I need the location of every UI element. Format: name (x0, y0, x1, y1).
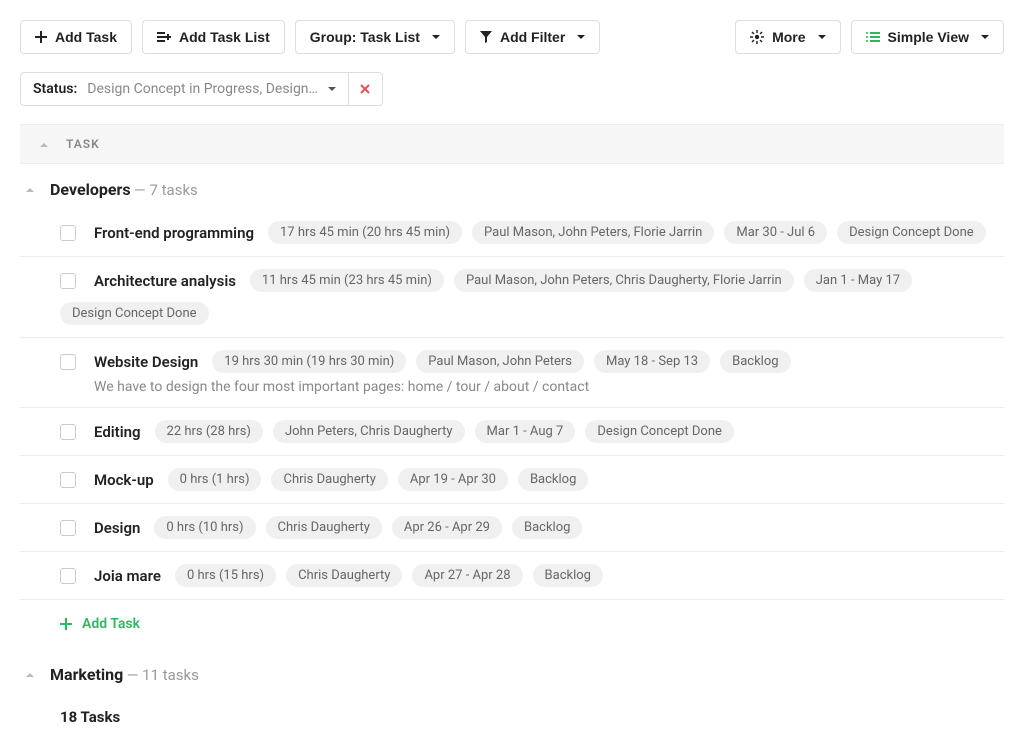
add-task-button[interactable]: Add Task (20, 20, 132, 54)
dates-pill: Apr 27 - Apr 28 (412, 564, 522, 587)
people-pill: Paul Mason, John Peters, Chris Daugherty… (454, 269, 794, 292)
people-pill: Paul Mason, John Peters, Florie Jarrin (472, 221, 714, 244)
add-task-label: Add Task (55, 29, 117, 45)
task-name[interactable]: Front-end programming (94, 224, 254, 242)
task-name[interactable]: Mock-up (94, 471, 154, 489)
group-button[interactable]: Group: Task List (295, 20, 455, 54)
dates-pill: Apr 26 - Apr 29 (392, 516, 502, 539)
task-row: Mock-up 0 hrs (1 hrs) Chris Daugherty Ap… (20, 456, 1004, 504)
group-row-marketing: Marketing — 11 tasks (20, 649, 1004, 694)
dates-pill: Mar 1 - Aug 7 (475, 420, 576, 443)
plus-icon (60, 618, 72, 630)
group-name: Marketing (50, 665, 123, 684)
table-header: TASK (20, 124, 1004, 164)
group-toggle-icon[interactable] (26, 187, 34, 192)
dates-pill: Apr 19 - Apr 30 (398, 468, 508, 491)
add-task-inline-label: Add Task (82, 616, 140, 632)
task-name[interactable]: Editing (94, 423, 141, 441)
clear-filter-button[interactable] (349, 72, 383, 106)
status-pill: Backlog (533, 564, 603, 587)
task-list-developers: Front-end programming 17 hrs 45 min (20 … (20, 209, 1004, 649)
simple-view-button[interactable]: Simple View (851, 20, 1004, 54)
task-checkbox[interactable] (60, 520, 76, 536)
add-filter-button[interactable]: Add Filter (465, 20, 600, 54)
gear-icon (750, 30, 764, 44)
add-filter-label: Add Filter (500, 29, 565, 45)
caret-down-icon (577, 35, 585, 40)
dates-pill: May 18 - Sep 13 (594, 350, 710, 373)
caret-down-icon (981, 35, 989, 40)
status-filter-value: Design Concept in Progress, Design… (87, 81, 318, 97)
status-pill: Backlog (512, 516, 582, 539)
time-pill: 11 hrs 45 min (23 hrs 45 min) (250, 269, 444, 292)
close-icon (360, 84, 370, 94)
dates-pill: Jan 1 - May 17 (804, 269, 912, 292)
task-name[interactable]: Website Design (94, 353, 198, 371)
add-task-inline-button[interactable]: Add Task (20, 600, 1004, 649)
task-row: Front-end programming 17 hrs 45 min (20 … (20, 209, 1004, 257)
task-row: Joia mare 0 hrs (15 hrs) Chris Daugherty… (20, 552, 1004, 600)
list-icon (866, 31, 880, 43)
time-pill: 17 hrs 45 min (20 hrs 45 min) (268, 221, 462, 244)
task-checkbox[interactable] (60, 273, 76, 289)
people-pill: Chris Daugherty (266, 516, 382, 539)
more-label: More (772, 29, 805, 45)
task-row: Website Design 19 hrs 30 min (19 hrs 30 … (20, 338, 1004, 408)
task-checkbox[interactable] (60, 472, 76, 488)
group-row-developers: Developers — 7 tasks (20, 164, 1004, 209)
status-pill: Design Concept Done (837, 221, 986, 244)
task-description: We have to design the four most importan… (60, 379, 1004, 395)
group-toggle-icon[interactable] (26, 672, 34, 677)
task-checkbox[interactable] (60, 354, 76, 370)
people-pill: Chris Daugherty (271, 468, 387, 491)
collapse-all-icon[interactable] (40, 142, 48, 147)
filter-row: Status: Design Concept in Progress, Desi… (20, 72, 1004, 106)
filter-icon (480, 31, 492, 43)
time-pill: 0 hrs (10 hrs) (154, 516, 255, 539)
status-pill: Backlog (720, 350, 790, 373)
group-name: Developers (50, 180, 131, 199)
total-tasks: 18 Tasks (20, 694, 1004, 726)
task-checkbox[interactable] (60, 424, 76, 440)
caret-down-icon (818, 35, 826, 40)
status-filter-label: Status: (33, 81, 77, 97)
list-plus-icon (157, 31, 171, 43)
dates-pill: Mar 30 - Jul 6 (724, 221, 827, 244)
caret-down-icon (432, 35, 440, 40)
people-pill: Chris Daugherty (286, 564, 402, 587)
task-row: Architecture analysis 11 hrs 45 min (23 … (20, 257, 1004, 338)
status-filter[interactable]: Status: Design Concept in Progress, Desi… (20, 72, 349, 106)
caret-down-icon (328, 87, 336, 92)
time-pill: 0 hrs (15 hrs) (175, 564, 276, 587)
add-task-list-label: Add Task List (179, 29, 270, 45)
time-pill: 19 hrs 30 min (19 hrs 30 min) (212, 350, 406, 373)
people-pill: Paul Mason, John Peters (416, 350, 584, 373)
toolbar: Add Task Add Task List Group: Task List … (20, 20, 1004, 54)
people-pill: John Peters, Chris Daugherty (273, 420, 465, 443)
more-button[interactable]: More (735, 20, 840, 54)
status-pill: Design Concept Done (60, 302, 209, 325)
task-row: Design 0 hrs (10 hrs) Chris Daugherty Ap… (20, 504, 1004, 552)
task-checkbox[interactable] (60, 225, 76, 241)
time-pill: 0 hrs (1 hrs) (168, 468, 262, 491)
status-pill: Backlog (518, 468, 588, 491)
task-checkbox[interactable] (60, 568, 76, 584)
group-meta: — 7 tasks (134, 181, 198, 199)
task-name[interactable]: Joia mare (94, 567, 161, 585)
plus-icon (35, 31, 47, 43)
status-pill: Design Concept Done (585, 420, 734, 443)
column-task[interactable]: TASK (66, 137, 100, 151)
group-label: Group: Task List (310, 29, 420, 45)
group-meta: — 11 tasks (127, 666, 199, 684)
time-pill: 22 hrs (28 hrs) (155, 420, 263, 443)
task-name[interactable]: Architecture analysis (94, 272, 236, 290)
add-task-list-button[interactable]: Add Task List (142, 20, 285, 54)
simple-view-label: Simple View (888, 29, 969, 45)
task-row: Editing 22 hrs (28 hrs) John Peters, Chr… (20, 408, 1004, 456)
task-name[interactable]: Design (94, 519, 140, 537)
